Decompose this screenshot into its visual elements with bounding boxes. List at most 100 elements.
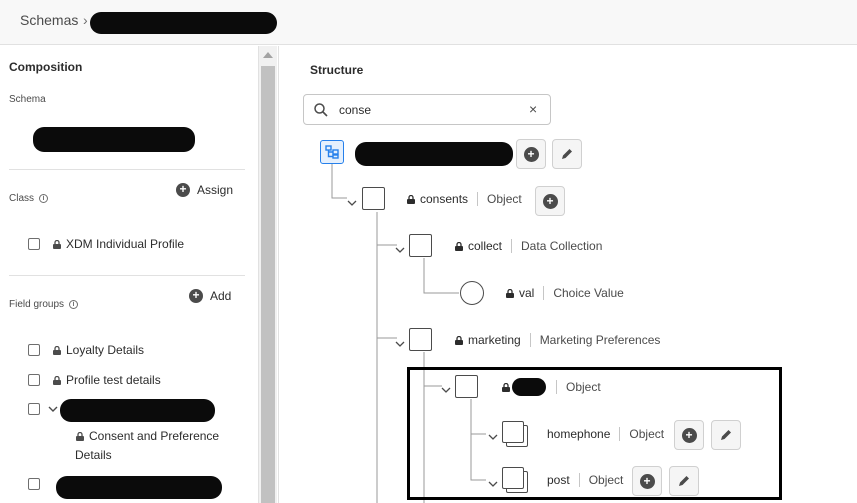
lock-icon [502,382,510,392]
node-type: Object [566,380,601,394]
composition-panel: Composition Schema Class i + Assign XDM I… [0,46,258,503]
object-node-icon [362,187,385,210]
node-separator [556,380,557,394]
field-group-label: Profile test details [66,373,161,387]
redacted-field-group [60,399,215,422]
lock-icon [407,194,415,204]
lock-icon [53,239,61,249]
field-group-checkbox[interactable] [28,403,40,415]
field-group-item[interactable]: Loyalty Details [28,343,144,357]
add-field-button[interactable]: + [674,420,704,450]
chevron-down-icon[interactable] [347,198,357,208]
object-node-icon [409,234,432,257]
field-group-label: Loyalty Details [66,343,145,357]
top-bar: Schemas › [0,0,857,45]
node-name: collect [468,239,503,253]
lock-icon [53,345,61,355]
scroll-thumb[interactable] [261,66,275,503]
tree-node-post[interactable]: post Object [547,473,623,487]
divider [9,169,245,170]
tree-node-marketing[interactable]: marketing Marketing Preferences [455,333,660,347]
edit-button[interactable] [669,466,699,496]
class-item-label: XDM Individual Profile [66,237,185,251]
chevron-down-icon[interactable] [441,385,451,395]
node-type: Choice Value [553,286,624,300]
redacted-schema-value [33,127,195,152]
chevron-down-icon[interactable] [48,405,58,413]
node-name: marketing [468,333,521,347]
node-name: post [547,473,570,487]
pencil-icon [562,149,572,159]
field-groups-label: Field groups i [9,299,79,310]
scroll-up-arrow[interactable] [263,52,273,58]
info-icon[interactable]: i [39,194,49,203]
add-field-button[interactable]: + [535,186,565,216]
tree-node-consents[interactable]: consents Object [407,192,522,206]
tree-node-collect[interactable]: collect Data Collection [455,239,602,253]
field-group-checkbox[interactable] [28,374,40,386]
field-group-sub-item[interactable]: Consent and Preference [76,429,219,443]
node-name: consents [420,192,469,206]
schema-tree-icon[interactable] [320,140,344,164]
chevron-down-icon[interactable] [488,432,498,442]
object-node-icon [455,375,478,398]
field-groups-label-text: Field groups [9,299,65,310]
add-circle-icon: + [523,146,539,162]
breadcrumb-schemas[interactable]: Schemas [20,12,78,28]
node-type: Object [487,192,522,206]
array-node-icon [502,421,528,447]
node-separator [543,286,545,300]
sub-item-label: Consent and Preference [89,429,220,443]
class-label: Class i [9,193,49,204]
chevron-down-icon[interactable] [488,479,498,489]
field-group-item[interactable]: Profile test details [28,373,161,387]
add-field-group-button[interactable]: + Add [189,289,231,303]
node-name: homephone [547,427,611,441]
structure-panel: Structure conse × + consents Object + co… [278,46,857,503]
add-field-button[interactable]: + [632,466,662,496]
assign-label: Assign [197,183,234,197]
chevron-down-icon[interactable] [395,339,405,349]
lock-icon [76,431,84,441]
node-type: Data Collection [521,239,603,253]
chevron-down-icon[interactable] [395,245,405,255]
field-group-checkbox[interactable] [28,344,40,356]
pencil-icon [721,430,731,440]
edit-button[interactable] [711,420,741,450]
node-separator [578,473,580,487]
tree-node-homephone[interactable]: homephone Object [547,427,664,441]
lock-icon [455,335,463,345]
node-name: val [519,286,535,300]
class-item[interactable]: XDM Individual Profile [28,237,184,251]
left-panel-scrollbar[interactable] [258,46,277,503]
assign-class-button[interactable]: + Assign [176,183,233,197]
redacted-node-name [512,378,546,396]
field-group-item-expanded[interactable] [28,403,58,415]
info-icon[interactable]: i [69,300,79,309]
pencil-icon [679,476,689,486]
object-node-icon [409,328,432,351]
node-separator [477,192,479,206]
lock-icon [455,241,463,251]
add-field-button[interactable]: + [516,139,546,169]
field-group-checkbox[interactable] [28,478,40,490]
composition-title: Composition [9,60,83,74]
node-type: Marketing Preferences [539,333,661,347]
redacted-schema-name [90,12,277,34]
class-label-text: Class [9,193,35,204]
redacted-root-name [355,142,513,166]
sub-item-label-continued: Details [75,448,112,462]
add-circle-icon: + [189,289,203,303]
add-circle-icon: + [639,473,655,489]
field-group-item[interactable] [28,478,53,490]
node-separator [511,239,513,253]
redacted-field-group [56,476,222,499]
tree-node-val[interactable]: val Choice Value [506,286,624,300]
node-separator [619,427,621,441]
class-checkbox[interactable] [28,238,40,250]
add-circle-icon: + [176,183,190,197]
node-type: Object [588,473,624,487]
lock-icon [506,288,514,298]
edit-button[interactable] [552,139,582,169]
lock-icon [53,375,61,385]
